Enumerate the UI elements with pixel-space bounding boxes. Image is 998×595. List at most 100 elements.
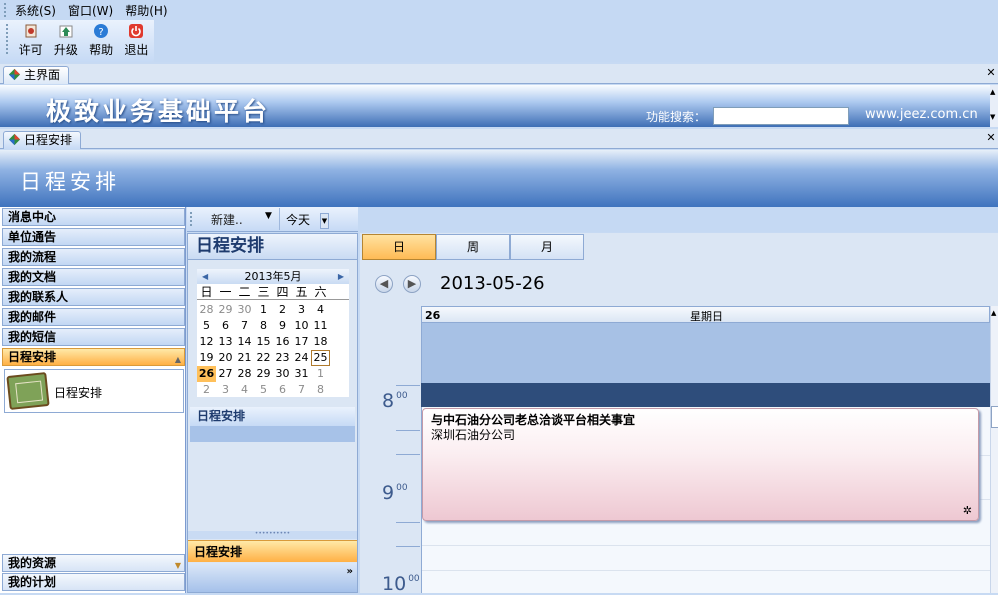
calendar-day[interactable]: 24 <box>292 350 311 366</box>
calendar-day[interactable]: 26 <box>197 366 216 382</box>
nav-message-center[interactable]: 消息中心 <box>2 208 185 226</box>
view-tab-week[interactable]: 周 <box>436 234 510 260</box>
calendar-day[interactable]: 2 <box>273 302 292 318</box>
calendar-day[interactable]: 30 <box>235 302 254 318</box>
nav-my-resources-label: 我的资源 <box>8 556 57 570</box>
calendar-day[interactable]: 3 <box>216 382 235 398</box>
calendar-day[interactable]: 19 <box>197 350 216 366</box>
menu-window[interactable]: 窗口(W) <box>68 2 113 19</box>
nav-my-sms[interactable]: 我的短信 <box>2 328 185 346</box>
website-link[interactable]: www.jeez.com.cn <box>865 107 978 122</box>
calendar-day[interactable]: 16 <box>273 334 292 350</box>
day-number[interactable]: 26 <box>425 309 440 322</box>
calendar-day[interactable]: 6 <box>273 382 292 398</box>
calendar-day[interactable]: 29 <box>254 366 273 382</box>
weekday-label: 四 <box>276 285 289 299</box>
nav-my-plans[interactable]: 我的计划 <box>2 573 185 591</box>
nav-my-contacts[interactable]: 我的联系人 <box>2 288 185 306</box>
tab-schedule[interactable]: 日程安排 <box>3 131 82 149</box>
help-button[interactable]: ? 帮助 <box>83 23 118 58</box>
collapse-up-icon[interactable]: ▲ <box>175 352 181 368</box>
calendar-month-label: 2013年5月 <box>244 270 302 283</box>
nav-my-documents[interactable]: 我的文档 <box>2 268 185 286</box>
calendar-day[interactable]: 30 <box>273 366 292 382</box>
today-button[interactable]: 今天 <box>279 208 316 230</box>
scroll-down-icon[interactable]: ▼ <box>990 113 995 121</box>
calendar-day[interactable]: 3 <box>292 302 311 318</box>
calendar-day[interactable]: 18 <box>311 334 330 350</box>
calendar-day[interactable]: 10 <box>292 318 311 334</box>
calendar-day[interactable]: 15 <box>254 334 273 350</box>
calendar-day[interactable]: 2 <box>197 382 216 398</box>
close-main-tab-icon[interactable]: ✕ <box>985 67 997 80</box>
view-tab-day[interactable]: 日 <box>362 234 436 260</box>
calendar-day[interactable]: 27 <box>216 366 235 382</box>
upgrade-button[interactable]: 升级 <box>48 23 83 58</box>
calendar-week-row: 12 13 14 15 16 17 18 <box>197 334 349 350</box>
calendar-day[interactable]: 31 <box>292 366 311 382</box>
all-day-area[interactable] <box>421 323 990 383</box>
half-hour-tick <box>396 522 420 523</box>
calendar-day[interactable]: 13 <box>216 334 235 350</box>
calendar-day[interactable]: 17 <box>292 334 311 350</box>
calendar-day[interactable]: 6 <box>216 318 235 334</box>
calendar-day[interactable]: 22 <box>254 350 273 366</box>
nav-my-resources[interactable]: 我的资源 ▼ <box>2 554 185 572</box>
nav-my-workflow[interactable]: 我的流程 <box>2 248 185 266</box>
module-tab-strip: 日程安排 ✕ <box>0 129 998 149</box>
day-view-scrollbar[interactable]: ▲ <box>990 306 998 593</box>
menu-system[interactable]: 系统(S) <box>15 2 56 19</box>
tab-main[interactable]: 主界面 <box>3 66 70 84</box>
nav-my-mail[interactable]: 我的邮件 <box>2 308 185 326</box>
calendar-day[interactable]: 14 <box>235 334 254 350</box>
nav-schedule[interactable]: 日程安排 ▲ <box>2 348 185 366</box>
calendar-day[interactable]: 4 <box>235 382 254 398</box>
next-month-icon[interactable]: ▶ <box>338 269 344 284</box>
weekday-label: 三 <box>257 285 270 299</box>
next-day-icon[interactable]: ▶ <box>403 275 421 293</box>
calendar-day[interactable]: 28 <box>197 302 216 318</box>
function-search-input[interactable] <box>713 107 849 125</box>
calendar-day[interactable]: 23 <box>273 350 292 366</box>
calendar-day[interactable]: 5 <box>197 318 216 334</box>
new-button[interactable]: 新建.. <box>211 211 243 228</box>
menu-help[interactable]: 帮助(H) <box>125 2 167 19</box>
chevron-right-icon[interactable]: » <box>347 566 353 577</box>
exit-button[interactable]: 退出 <box>119 23 154 58</box>
new-dropdown-icon[interactable]: ▼ <box>265 211 272 221</box>
calendar-day[interactable]: 1 <box>311 366 330 382</box>
calendar-day[interactable]: 12 <box>197 334 216 350</box>
calendar-day[interactable]: 25 <box>311 350 330 366</box>
calendar-day[interactable]: 4 <box>311 302 330 318</box>
calendar-day[interactable]: 7 <box>292 382 311 398</box>
early-hours-band[interactable] <box>421 383 990 407</box>
calendar-day[interactable]: 20 <box>216 350 235 366</box>
expand-down-icon[interactable]: ▼ <box>175 558 181 574</box>
close-module-tab-icon[interactable]: ✕ <box>985 132 997 145</box>
appointment-item[interactable]: 与中石油分公司老总洽谈平台相关事宜 深圳石油分公司 ✲ <box>422 408 979 521</box>
calendar-day[interactable]: 11 <box>311 318 330 334</box>
calendar-day[interactable]: 28 <box>235 366 254 382</box>
prev-month-icon[interactable]: ◀ <box>202 269 208 284</box>
calendar-day[interactable]: 1 <box>254 302 273 318</box>
calendar-day[interactable]: 29 <box>216 302 235 318</box>
banner-scrollbar[interactable]: ▲ ▼ <box>990 85 998 127</box>
calendar-day[interactable]: 7 <box>235 318 254 334</box>
license-button[interactable]: 许可 <box>13 23 48 58</box>
scroll-up-icon[interactable]: ▲ <box>990 88 995 96</box>
calendar-day[interactable]: 9 <box>273 318 292 334</box>
calendar-day[interactable]: 8 <box>311 382 330 398</box>
calendar-day[interactable]: 21 <box>235 350 254 366</box>
side-panel-active-module[interactable]: 日程安排 <box>188 540 357 562</box>
calendar-day[interactable]: 8 <box>254 318 273 334</box>
nav-unit-notice[interactable]: 单位通告 <box>2 228 185 246</box>
toolbar-overflow-icon[interactable]: ▼ <box>320 213 329 229</box>
panel-splitter[interactable]: •••••••••• <box>188 531 357 539</box>
view-tab-month[interactable]: 月 <box>510 234 584 260</box>
scroll-thumb[interactable] <box>991 406 998 428</box>
schedule-shortcut[interactable]: 日程安排 <box>4 369 184 413</box>
prev-day-icon[interactable]: ◀ <box>375 275 393 293</box>
calendar-day[interactable]: 5 <box>254 382 273 398</box>
weekday-label: 六 <box>314 285 327 299</box>
scroll-up-icon[interactable]: ▲ <box>991 309 996 317</box>
